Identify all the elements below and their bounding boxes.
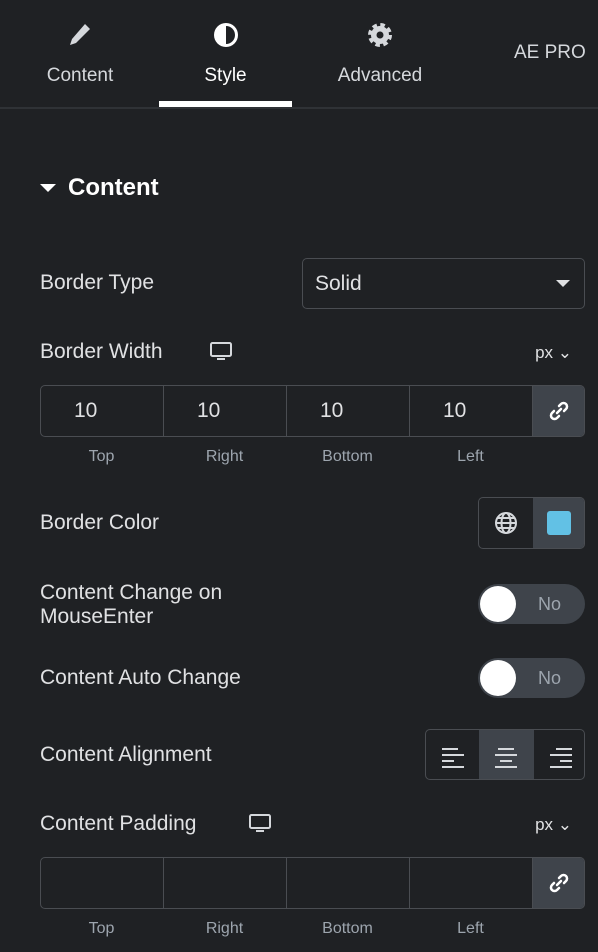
top-input[interactable]: 10: [41, 386, 164, 436]
unit-select[interactable]: px ⌄: [535, 815, 572, 835]
color-swatch: [546, 511, 571, 535]
border-type-label: Border Type: [40, 271, 155, 294]
section-toggle[interactable]: Content: [40, 174, 159, 202]
pencil-icon: [70, 24, 90, 45]
tab-label: Content: [46, 65, 114, 86]
tab-ae-pro[interactable]: AE PRO: [514, 42, 586, 64]
tab-label: Style: [204, 65, 247, 86]
color-picker-button[interactable]: [533, 498, 584, 548]
select-value: Solid: [315, 272, 362, 295]
padding-inputs: [40, 857, 585, 909]
border-color-control: [478, 497, 585, 549]
top-input[interactable]: [41, 858, 164, 908]
desktop-icon[interactable]: [249, 814, 271, 833]
border-color-label: Border Color: [40, 511, 160, 534]
align-center-button[interactable]: [479, 730, 534, 779]
tab-advanced[interactable]: Advanced: [320, 0, 440, 108]
toggle-state: No: [537, 594, 561, 614]
section-title: Content: [68, 174, 159, 201]
side-label: Top: [88, 448, 115, 465]
gear-icon: [368, 23, 392, 47]
bottom-input[interactable]: [287, 858, 410, 908]
border-width-label: Border Width: [40, 340, 163, 363]
link-icon: [549, 401, 568, 421]
tab-content[interactable]: Content: [20, 0, 140, 108]
toggle-knob: [480, 660, 516, 696]
padding-label: Content Padding: [40, 812, 197, 835]
link-values-button[interactable]: [533, 386, 584, 436]
border-width-inputs: 10 10 10 10: [40, 385, 585, 437]
align-center-icon: [495, 748, 517, 768]
right-input[interactable]: 10: [164, 386, 287, 436]
align-right-button[interactable]: [534, 730, 584, 779]
link-values-button[interactable]: [533, 858, 584, 908]
mouseenter-toggle[interactable]: No: [478, 584, 585, 624]
side-label: Left: [457, 920, 484, 937]
align-left-button[interactable]: [426, 730, 479, 779]
desktop-icon[interactable]: [210, 342, 232, 361]
left-input[interactable]: 10: [410, 386, 533, 436]
align-right-icon: [550, 748, 572, 768]
caret-down-icon: [556, 280, 570, 287]
side-label: Left: [457, 448, 484, 465]
side-label: Top: [88, 920, 115, 937]
tab-label: Advanced: [337, 65, 423, 86]
divider: [0, 107, 598, 109]
border-type-select[interactable]: Solid: [302, 258, 585, 309]
right-input[interactable]: [164, 858, 287, 908]
alignment-control: [425, 729, 585, 780]
bottom-input[interactable]: 10: [287, 386, 410, 436]
link-icon: [549, 873, 568, 893]
tab-style[interactable]: Style: [159, 0, 292, 108]
side-label: Right: [205, 448, 244, 465]
mouseenter-label: Content Change on MouseEnter: [40, 581, 223, 628]
globe-icon: [495, 512, 517, 534]
contrast-icon: [213, 23, 238, 47]
toggle-state: No: [537, 668, 561, 688]
side-label: Right: [205, 920, 244, 937]
align-left-icon: [442, 748, 464, 768]
auto-change-label: Content Auto Change: [40, 666, 241, 689]
toggle-knob: [480, 586, 516, 622]
side-label: Bottom: [322, 920, 373, 937]
side-label: Bottom: [322, 448, 373, 465]
left-input[interactable]: [410, 858, 533, 908]
alignment-label: Content Alignment: [40, 743, 212, 766]
auto-change-toggle[interactable]: No: [478, 658, 585, 698]
global-colors-button[interactable]: [479, 498, 533, 548]
caret-down-icon: [40, 184, 56, 192]
unit-select[interactable]: px ⌄: [535, 343, 572, 363]
